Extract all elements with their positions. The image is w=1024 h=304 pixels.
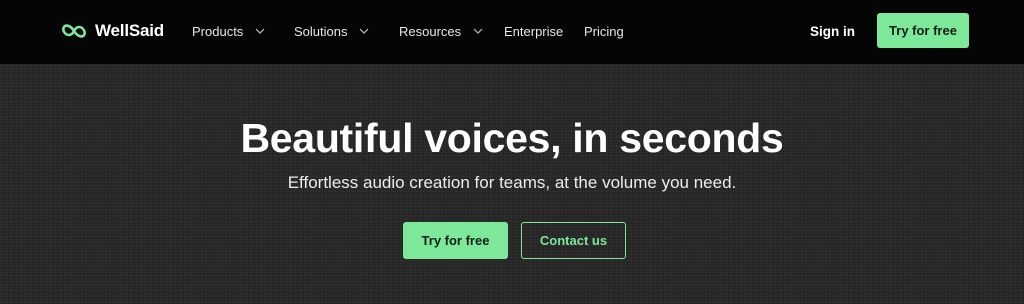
brand-name: WellSaid [95, 21, 164, 40]
hero-headline: Beautiful voices, in seconds [240, 115, 784, 161]
nav-item-solutions[interactable]: Solutions [294, 21, 369, 41]
hero-section: Beautiful voices, in seconds Effortless … [0, 64, 1024, 304]
wellsaid-logo-icon [62, 24, 86, 38]
chevron-down-icon [255, 28, 265, 34]
nav-item-products[interactable]: Products [192, 21, 265, 41]
nav-item-pricing[interactable]: Pricing [584, 21, 624, 41]
nav-item-enterprise[interactable]: Enterprise [504, 21, 563, 41]
nav-try-for-free-button[interactable]: Try for free [877, 13, 969, 48]
hero-subheadline: Effortless audio creation for teams, at … [287, 173, 737, 192]
hero-try-for-free-button[interactable]: Try for free [403, 222, 508, 259]
chevron-down-icon [360, 28, 369, 34]
nav-item-resources[interactable]: Resources [399, 21, 483, 41]
nav-item-label: Products [192, 23, 244, 39]
sign-in-link[interactable]: Sign in [810, 21, 855, 41]
hero-contact-us-button[interactable]: Contact us [521, 222, 626, 259]
chevron-down-icon [473, 28, 483, 34]
nav-item-label: Resources [399, 23, 462, 39]
top-navbar: WellSaid Products Solutions Resources En… [0, 0, 1024, 64]
nav-item-label: Enterprise [504, 23, 564, 39]
nav-item-label: Pricing [584, 23, 624, 39]
nav-item-label: Solutions [294, 23, 348, 39]
brand-logo-link[interactable]: WellSaid [60, 19, 164, 43]
